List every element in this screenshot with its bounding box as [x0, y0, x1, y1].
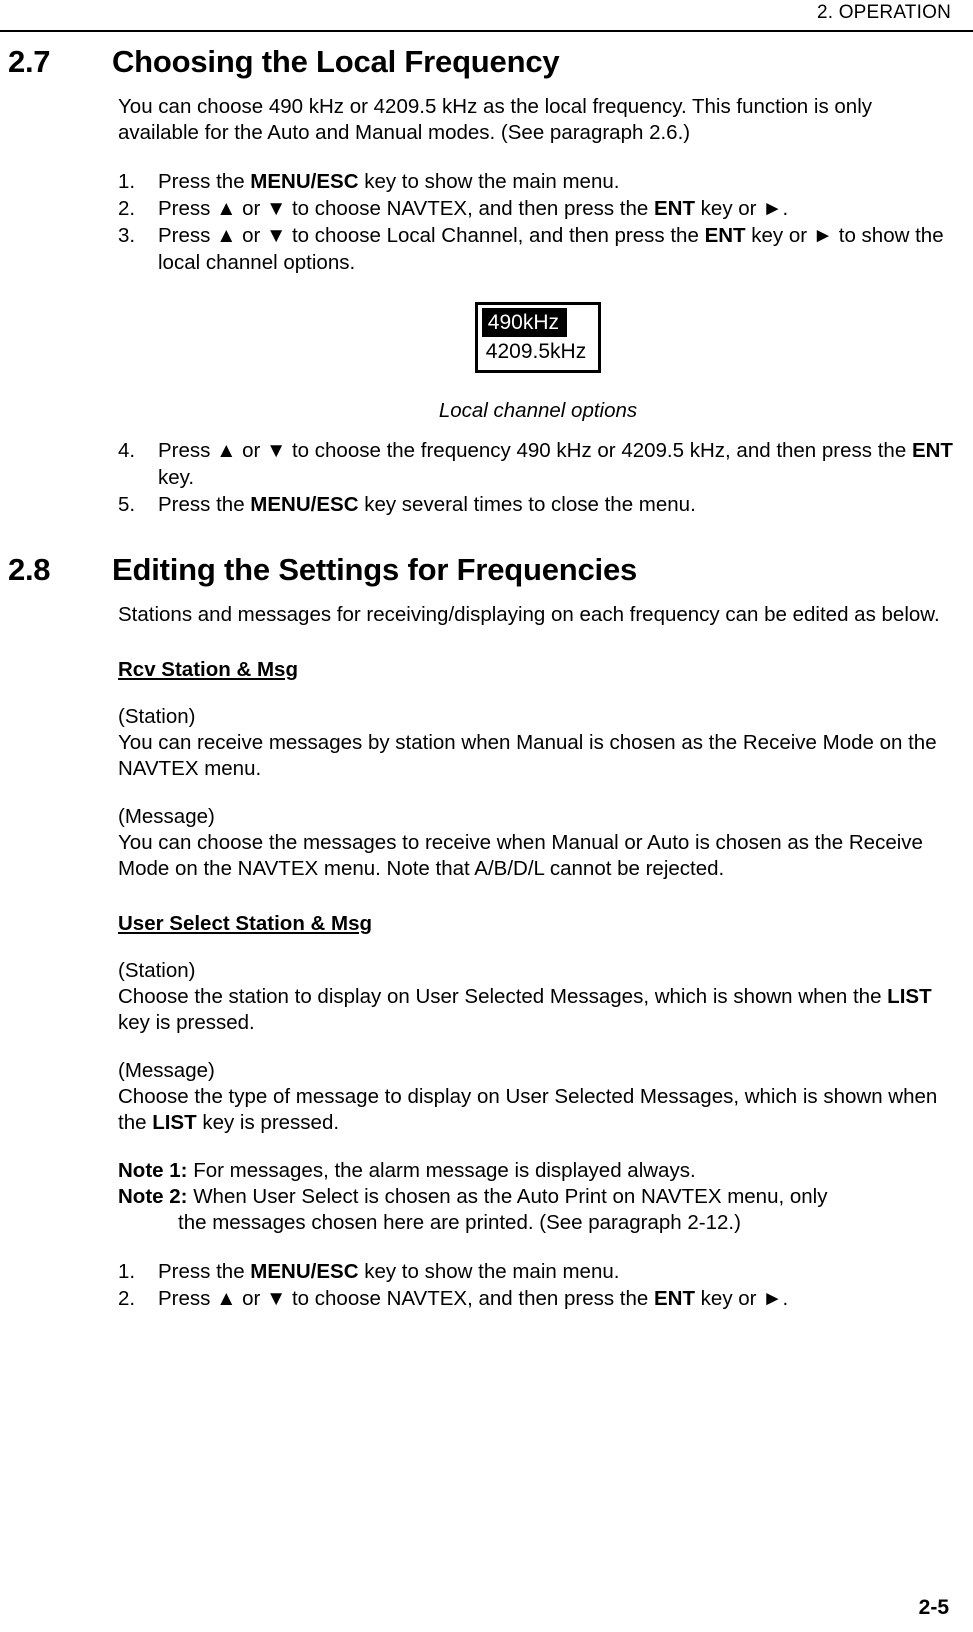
step-text-part: Press the: [158, 493, 251, 516]
user-message-text: Choose the type of message to display on…: [118, 1084, 958, 1136]
list-index: 4.: [118, 439, 136, 462]
section-heading-2-7: 2.7 Choosing the Local Frequency: [0, 44, 973, 80]
section-heading-2-8: 2.8 Editing the Settings for Frequencies: [0, 552, 973, 588]
list-item: 4. Press ▲ or ▼ to choose the frequency …: [118, 437, 958, 491]
list-item: 1. Press the MENU/ESC key to show the ma…: [118, 168, 958, 195]
key-label: LIST: [887, 985, 932, 1008]
section-number: 2.7: [8, 44, 51, 79]
note-label: Note 1:: [118, 1159, 188, 1182]
step-text-part: Press ▲ or ▼ to choose NAVTEX, and then …: [158, 1287, 654, 1310]
section-title: Editing the Settings for Frequencies: [112, 552, 638, 587]
key-label: MENU/ESC: [250, 170, 359, 193]
subheading-user-select-station-msg: User Select Station & Msg: [118, 912, 373, 935]
header-rule: [0, 30, 973, 32]
text-part: Choose the station to display on User Se…: [118, 985, 888, 1008]
list-index: 3.: [118, 224, 136, 247]
list-item: 3. Press ▲ or ▼ to choose Local Channel,…: [118, 222, 958, 276]
list-item: 2. Press ▲ or ▼ to choose NAVTEX, and th…: [118, 1285, 958, 1312]
key-label: LIST: [152, 1111, 197, 1134]
section-2-8-body: Stations and messages for receiving/disp…: [118, 588, 958, 1312]
section-2-7-steps-after: 4. Press ▲ or ▼ to choose the frequency …: [118, 437, 958, 518]
note-1: Note 1: For messages, the alarm message …: [118, 1158, 958, 1184]
step-text-part: Press ▲ or ▼ to choose NAVTEX, and then …: [158, 197, 654, 220]
note-2: Note 2: When User Select is chosen as th…: [118, 1184, 958, 1236]
option-box: 490kHz 4209.5kHz: [474, 302, 602, 373]
local-channel-options-figure: 490kHz 4209.5kHz: [118, 302, 958, 373]
section-title: Choosing the Local Frequency: [112, 44, 560, 79]
list-index: 1.: [118, 1260, 136, 1283]
text-part: key is pressed.: [196, 1111, 340, 1134]
rcv-station-text: You can receive messages by station when…: [118, 731, 937, 780]
key-label: ENT: [653, 1287, 695, 1310]
key-label: MENU/ESC: [250, 1260, 359, 1283]
list-index: 1.: [118, 170, 136, 193]
rcv-message-label: (Message): [118, 805, 215, 828]
step-text-part: key or ►.: [694, 1287, 789, 1310]
subheading-rcv-station-msg: Rcv Station & Msg: [118, 658, 298, 681]
document-page: 2. OPERATION 2.7 Choosing the Local Freq…: [0, 0, 973, 1632]
option-item-selected[interactable]: 490kHz: [481, 308, 567, 337]
note-text: For messages, the alarm message is displ…: [193, 1159, 696, 1182]
step-text-part: key to show the main menu.: [358, 170, 620, 193]
list-index: 2.: [118, 197, 136, 220]
user-station-text: Choose the station to display on User Se…: [118, 984, 958, 1036]
list-index: 2.: [118, 1287, 136, 1310]
list-item: 1. Press the MENU/ESC key to show the ma…: [118, 1258, 958, 1285]
page-content: 2.7 Choosing the Local Frequency You can…: [0, 44, 973, 1312]
section-2-7-steps-before: 1. Press the MENU/ESC key to show the ma…: [118, 168, 958, 276]
key-label: ENT: [911, 439, 953, 462]
rcv-station-label: (Station): [118, 705, 196, 728]
section-2-8-steps: 1. Press the MENU/ESC key to show the ma…: [118, 1258, 958, 1312]
key-label: MENU/ESC: [250, 493, 359, 516]
user-message-label: (Message): [118, 1059, 215, 1082]
text-part: key is pressed.: [118, 1011, 255, 1034]
step-text-part: key to show the main menu.: [358, 1260, 620, 1283]
step-text-part: Press the: [158, 1260, 251, 1283]
section-number: 2.8: [8, 552, 51, 587]
step-text-part: Press ▲ or ▼ to choose the frequency 490…: [158, 439, 912, 462]
step-text-part: key.: [158, 466, 195, 489]
figure-caption: Local channel options: [438, 399, 638, 422]
running-head: 2. OPERATION: [816, 2, 951, 23]
note-label: Note 2:: [118, 1185, 188, 1208]
step-text-part: key several times to close the menu.: [358, 493, 696, 516]
section-2-8-intro: Stations and messages for receiving/disp…: [118, 603, 940, 626]
section-2-7-body: You can choose 490 kHz or 4209.5 kHz as …: [118, 80, 958, 518]
step-text-part: key or ►.: [694, 197, 789, 220]
list-item: 2. Press ▲ or ▼ to choose NAVTEX, and th…: [118, 195, 958, 222]
note-text-cont: the messages chosen here are printed. (S…: [178, 1211, 741, 1234]
step-text-part: Press the: [158, 170, 251, 193]
list-item: 5. Press the MENU/ESC key several times …: [118, 491, 958, 518]
key-label: ENT: [653, 197, 695, 220]
step-text-part: Press ▲ or ▼ to choose Local Channel, an…: [158, 224, 705, 247]
option-item[interactable]: 4209.5kHz: [478, 337, 598, 370]
rcv-message-text: You can choose the messages to receive w…: [118, 831, 923, 880]
note-text: When User Select is chosen as the Auto P…: [193, 1185, 828, 1208]
section-2-7-intro: You can choose 490 kHz or 4209.5 kHz as …: [118, 95, 873, 144]
list-index: 5.: [118, 493, 136, 516]
key-label: ENT: [704, 224, 746, 247]
user-station-label: (Station): [118, 959, 196, 982]
page-number: 2-5: [918, 1596, 949, 1619]
